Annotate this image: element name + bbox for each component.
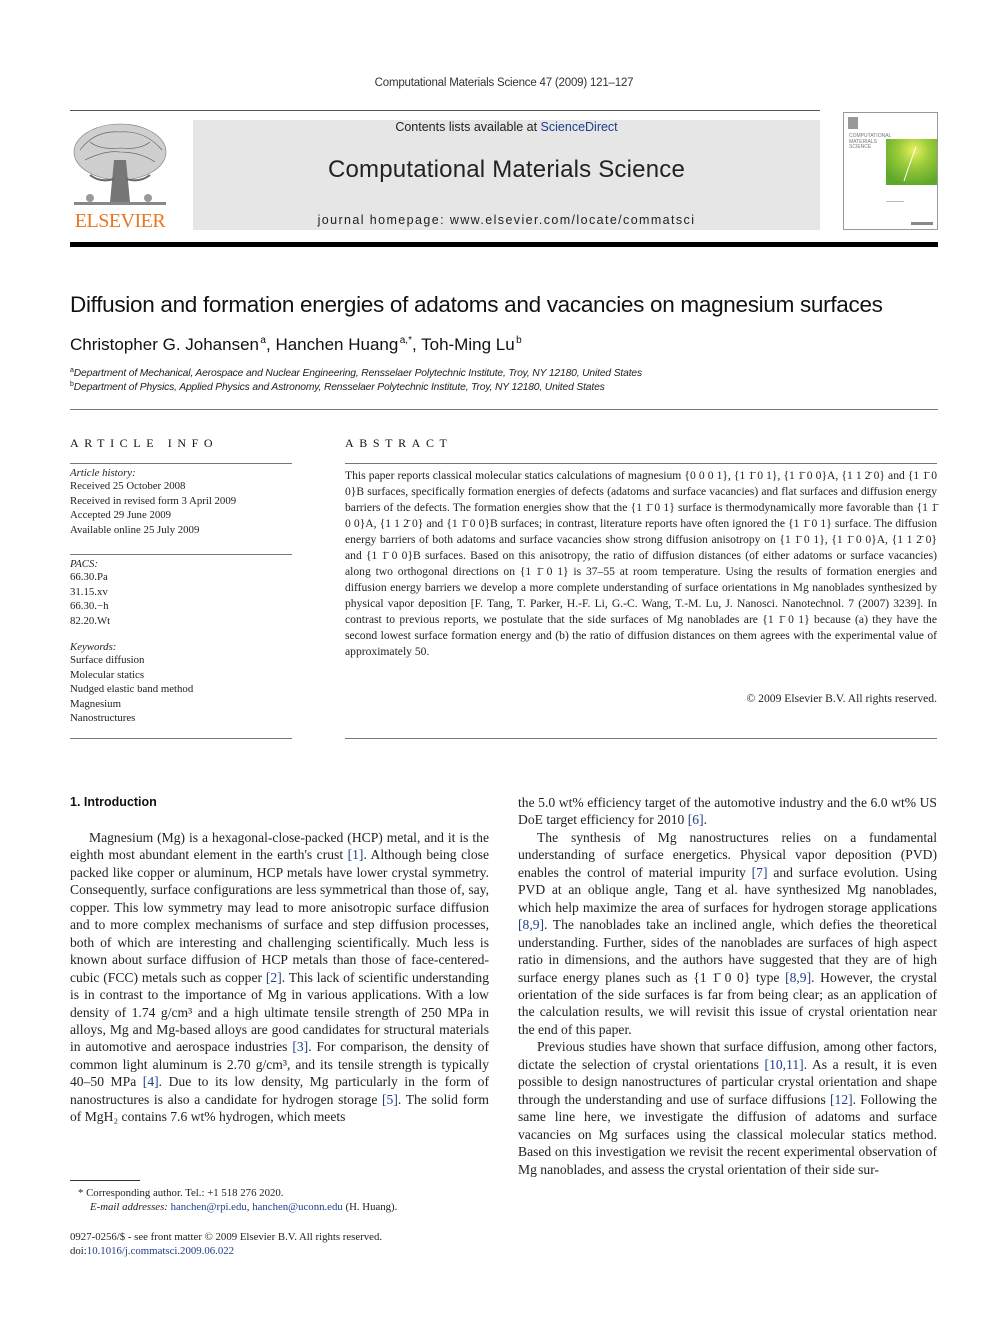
footnote-rule <box>70 1180 140 1181</box>
elsevier-wordmark: ELSEVIER <box>74 210 166 232</box>
abstract-text: This paper reports classical molecular s… <box>345 469 937 658</box>
body-column-left: Magnesium (Mg) is a hexagonal-close-pack… <box>70 829 489 1126</box>
keyword: Nanostructures <box>70 712 136 724</box>
citation-link[interactable]: [2] <box>266 970 282 985</box>
citation-link[interactable]: [10,11] <box>765 1057 804 1072</box>
email-link[interactable]: hanchen@uconn.edu <box>252 1201 343 1213</box>
article-history: Article history: Received 25 October 200… <box>70 467 300 537</box>
citation-link[interactable]: [5] <box>382 1092 398 1107</box>
journal-title: Computational Materials Science <box>327 156 686 183</box>
keyword: Surface diffusion <box>70 654 145 666</box>
email-label: E-mail addresses: <box>90 1201 168 1213</box>
abstract-heading: ABSTRACT <box>345 436 453 450</box>
keywords-list: Keywords: Surface diffusion Molecular st… <box>70 641 300 726</box>
citation-link[interactable]: [7] <box>752 865 768 880</box>
author-list: Christopher G. Johansen a, Hanchen Huang… <box>70 335 522 354</box>
front-matter-note: 0927-0256/$ - see front matter © 2009 El… <box>70 1231 383 1243</box>
contents-line: Contents lists available at ScienceDirec… <box>193 120 820 134</box>
keywords-label: Keywords: <box>70 641 117 653</box>
history-accepted: Accepted 29 June 2009 <box>70 509 172 521</box>
paragraph: the 5.0 wt% efficiency target of the aut… <box>518 794 937 829</box>
pacs-list: PACS: 66.30.Pa 31.15.xv 66.30.−h 82.20.W… <box>70 558 300 628</box>
keyword: Molecular statics <box>70 668 145 681</box>
doi-prefix: doi: <box>70 1245 87 1257</box>
email-suffix: (H. Huang). <box>342 1201 398 1213</box>
pacs-label: PACS: <box>70 558 98 570</box>
body-column-right: the 5.0 wt% efficiency target of the aut… <box>518 794 937 1178</box>
pacs-code: 31.15.xv <box>70 585 108 598</box>
contents-prefix: Contents lists available at <box>395 120 541 134</box>
cover-image <box>886 139 937 185</box>
corresponding-author-note: * Corresponding author. Tel.: +1 518 276… <box>78 1187 284 1199</box>
affiliation-b: bDepartment of Physics, Applied Physics … <box>70 381 605 393</box>
citation-link[interactable]: [3] <box>292 1039 308 1054</box>
journal-homepage[interactable]: journal homepage: www.elsevier.com/locat… <box>193 213 820 227</box>
citation-link[interactable]: [8,9] <box>785 970 811 985</box>
author-name[interactable]: Christopher G. Johansen <box>70 335 259 354</box>
keyword: Nudged elastic band method <box>70 683 194 695</box>
cover-title: COMPUTATIONAL MATERIALS SCIENCE <box>849 133 892 150</box>
body-text: the 5.0 wt% efficiency target of the aut… <box>518 795 937 828</box>
article-info-heading: ARTICLE INFO <box>70 436 219 450</box>
citation-link[interactable]: [8,9] <box>518 917 544 932</box>
section-heading-introduction: 1. Introduction <box>70 795 157 809</box>
sciencedirect-link[interactable]: ScienceDirect <box>541 120 618 134</box>
citation-link[interactable]: [6] <box>688 812 704 827</box>
pacs-code: 66.30.Pa <box>70 571 108 583</box>
history-revised: Received in revised form 3 April 2009 <box>70 494 237 507</box>
body-text: . <box>703 812 708 828</box>
paragraph: The synthesis of Mg nanostructures relie… <box>518 829 937 1038</box>
cover-elsevier-icon <box>848 117 858 129</box>
journal-cover-thumbnail: COMPUTATIONAL MATERIALS SCIENCE <box>843 112 938 230</box>
history-label: Article history: <box>70 467 136 479</box>
history-online: Available online 25 July 2009 <box>70 523 200 536</box>
citation-link[interactable]: [1] <box>348 847 364 862</box>
author-affiliation-mark[interactable]: a,* <box>400 335 412 346</box>
article-title: Diffusion and formation energies of adat… <box>70 292 883 317</box>
author-name[interactable]: Hanchen Huang <box>275 335 398 354</box>
author-name[interactable]: Toh-Ming Lu <box>421 335 515 354</box>
pacs-code: 66.30.−h <box>70 600 109 612</box>
author-affiliation-mark[interactable]: b <box>516 335 522 346</box>
citation-link[interactable]: [4] <box>143 1074 159 1089</box>
citation-link[interactable]: [12] <box>830 1092 853 1107</box>
email-link[interactable]: hanchen@rpi.edu <box>171 1201 247 1213</box>
doi-line: doi:10.1016/j.commatsci.2009.06.022 <box>70 1244 490 1258</box>
paragraph: Magnesium (Mg) is a hexagonal-close-pack… <box>70 829 489 1126</box>
pacs-code: 82.20.Wt <box>70 614 111 627</box>
header-rule <box>70 110 820 111</box>
masthead-thick-rule <box>70 242 938 247</box>
doi-link[interactable]: 10.1016/j.commatsci.2009.06.022 <box>87 1245 234 1257</box>
email-addresses: E-mail addresses: hanchen@rpi.edu, hanch… <box>90 1201 398 1213</box>
paragraph: Previous studies have shown that surface… <box>518 1038 937 1178</box>
body-text: . Although being close packed like coppe… <box>70 847 489 985</box>
running-head: Computational Materials Science 47 (2009… <box>374 77 634 89</box>
history-received: Received 25 October 2008 <box>70 480 186 492</box>
keyword: Magnesium <box>70 697 121 710</box>
abstract-copyright: © 2009 Elsevier B.V. All rights reserved… <box>746 692 937 705</box>
affiliation-a: aDepartment of Mechanical, Aerospace and… <box>70 367 643 379</box>
affiliations-rule <box>70 409 938 410</box>
